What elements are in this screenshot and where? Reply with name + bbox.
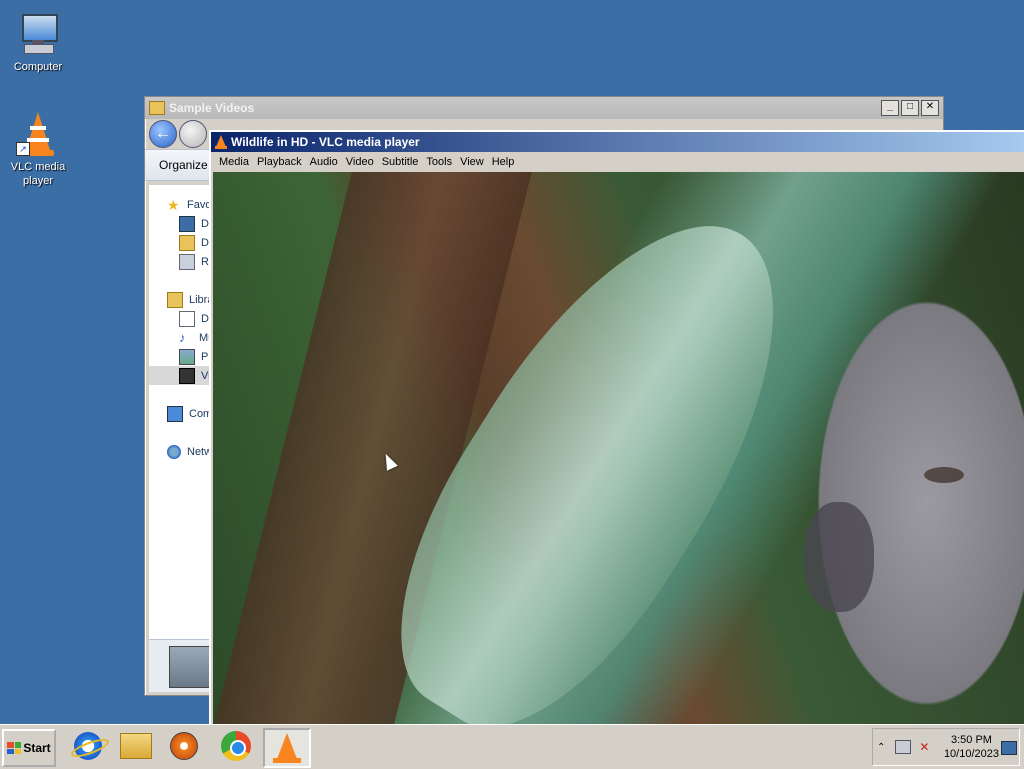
clock[interactable]: 3:50 PM 10/10/2023 xyxy=(944,733,999,761)
start-button[interactable]: Start xyxy=(2,729,56,767)
taskbar: Start ⌃ ✕ 3:50 PM 10/10/2023 xyxy=(0,724,1024,769)
menu-playback[interactable]: Playback xyxy=(255,156,308,168)
menu-subtitle[interactable]: Subtitle xyxy=(380,156,425,168)
computer-icon xyxy=(167,405,183,422)
show-desktop-icon[interactable] xyxy=(1001,741,1017,755)
libraries-icon xyxy=(167,291,183,308)
desktop-icon-label: Computer xyxy=(13,61,63,73)
videos-icon xyxy=(179,367,195,384)
organize-button[interactable]: Organize xyxy=(159,158,208,172)
vlc-cone-icon xyxy=(273,733,301,763)
explorer-title: Sample Videos xyxy=(169,101,255,115)
menu-media[interactable]: Media xyxy=(217,156,255,168)
taskbar-vlc[interactable] xyxy=(263,728,311,768)
music-icon: ♪ xyxy=(179,329,186,345)
desktop-icon-label: VLC media player xyxy=(10,161,66,187)
volume-muted-icon[interactable]: ✕ xyxy=(919,740,929,754)
menu-video[interactable]: Video xyxy=(344,156,380,168)
menu-view[interactable]: View xyxy=(458,156,490,168)
taskbar-chrome[interactable] xyxy=(214,728,258,764)
video-thumbnail xyxy=(169,646,211,688)
video-koala-nose xyxy=(804,502,874,612)
vlc-titlebar[interactable]: Wildlife in HD - VLC media player xyxy=(211,132,1024,152)
minimize-button[interactable]: _ xyxy=(881,100,899,116)
system-tray: ⌃ ✕ 3:50 PM 10/10/2023 xyxy=(872,728,1020,766)
desktop-icon xyxy=(179,215,195,232)
clock-time: 3:50 PM xyxy=(950,734,992,746)
menu-audio[interactable]: Audio xyxy=(308,156,344,168)
desktop-icon-computer[interactable]: Computer xyxy=(1,10,75,74)
vlc-cone-icon: ↗ xyxy=(14,110,62,158)
back-button[interactable]: ← xyxy=(149,120,177,148)
explorer-titlebar[interactable]: Sample Videos _ □ ✕ xyxy=(145,97,943,119)
show-hidden-icons-button[interactable]: ⌃ xyxy=(877,742,885,753)
video-area[interactable] xyxy=(213,172,1024,724)
vlc-title: Wildlife in HD - VLC media player xyxy=(231,135,420,149)
star-icon: ★ xyxy=(167,196,180,213)
taskbar-media-player[interactable] xyxy=(162,728,206,764)
menu-tools[interactable]: Tools xyxy=(424,156,458,168)
vlc-menubar: Media Playback Audio Video Subtitle Tool… xyxy=(211,152,1024,172)
clock-date: 10/10/2023 xyxy=(943,748,999,760)
navigation-pane: ★ Favo De Do Re Libra Do ♪ Mu Pic xyxy=(149,185,239,639)
details-pane xyxy=(149,639,211,692)
taskbar-internet-explorer[interactable] xyxy=(66,728,111,764)
folder-icon xyxy=(149,101,165,115)
vlc-window[interactable]: Wildlife in HD - VLC media player Media … xyxy=(209,130,1024,726)
video-koala-eye xyxy=(924,467,964,483)
taskbar-file-explorer[interactable] xyxy=(114,728,158,764)
documents-icon xyxy=(179,310,195,327)
folder-icon xyxy=(120,733,152,759)
recent-places-icon xyxy=(179,253,195,270)
windows-flag-icon xyxy=(7,742,22,754)
computer-icon xyxy=(14,10,62,58)
network-icon[interactable] xyxy=(895,740,912,754)
maximize-button[interactable]: □ xyxy=(901,100,919,116)
vlc-cone-icon xyxy=(215,135,227,149)
network-icon xyxy=(167,444,181,459)
downloads-icon xyxy=(179,234,195,251)
close-button[interactable]: ✕ xyxy=(921,100,939,116)
forward-button[interactable] xyxy=(179,120,207,148)
nav-label: Favo xyxy=(187,198,212,211)
desktop-icon-vlc[interactable]: ↗ VLC media player xyxy=(1,110,75,188)
menu-help[interactable]: Help xyxy=(490,156,521,168)
pictures-icon xyxy=(179,348,195,365)
start-label: Start xyxy=(23,741,51,755)
internet-explorer-icon xyxy=(69,732,111,761)
media-player-icon xyxy=(170,732,198,760)
chrome-icon xyxy=(221,731,251,761)
